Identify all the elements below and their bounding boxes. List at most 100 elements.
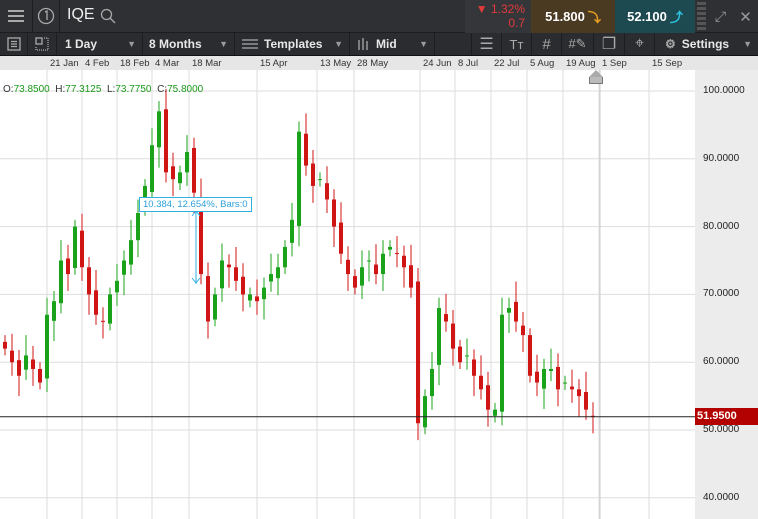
caret-down-icon: ▼: [334, 39, 343, 49]
candle-body: [59, 260, 63, 304]
date-tick: 21 Jan: [50, 58, 79, 69]
range-dropdown[interactable]: 8 Months ▼: [143, 33, 235, 55]
candle-body: [178, 172, 182, 184]
candle-body: [332, 199, 336, 227]
candle-body: [423, 396, 427, 428]
candle-body: [122, 260, 126, 275]
sell-arrow-icon: ⤵: [587, 10, 601, 25]
date-tick: 18 Mar: [192, 58, 222, 69]
candle-body: [10, 350, 14, 363]
windows-button[interactable]: ❐: [594, 33, 625, 55]
date-tick: 5 Aug: [530, 58, 555, 69]
text-button[interactable]: Tт: [502, 33, 532, 55]
candle-body: [185, 152, 189, 173]
candle-body: [360, 267, 364, 286]
toolbar-spacer: [435, 33, 472, 55]
candle-body: [164, 109, 168, 173]
candle-body: [458, 346, 462, 363]
candle-body: [157, 111, 161, 148]
candle-body: [556, 366, 560, 390]
candle-body: [500, 314, 504, 412]
measure-label: 10.384, 12.654%, Bars:0: [139, 197, 252, 212]
candle-body: [409, 265, 413, 288]
layout-button[interactable]: [28, 33, 57, 55]
candle-body: [353, 276, 357, 288]
ohlc-readout: O:73.8500 H:77.3125 L:73.7750 C:75.8000: [3, 84, 204, 95]
candle-body: [381, 253, 385, 275]
text-icon: Tт: [509, 36, 524, 52]
date-tick: 1 Sep: [602, 58, 627, 69]
date-tick: 28 May: [357, 58, 389, 69]
candle-body: [521, 325, 525, 336]
candle-body: [290, 219, 294, 243]
maximize-icon[interactable]: ⤢: [708, 0, 733, 33]
candle-body: [80, 230, 84, 268]
price-tick: 40.0000: [703, 491, 740, 503]
candle-body: [24, 355, 28, 370]
candle-body: [150, 145, 154, 193]
price-tick: 90.0000: [703, 152, 740, 164]
sliders-icon: [242, 39, 258, 49]
price-tick: 100.0000: [703, 85, 745, 96]
resize-grip[interactable]: [697, 2, 706, 31]
layout-grid-icon: [35, 37, 49, 51]
crosshair-button[interactable]: ⌖: [625, 33, 655, 55]
candle-body: [136, 213, 140, 241]
settings-dropdown[interactable]: ⚙ Settings ▼: [655, 33, 758, 55]
candle-body: [388, 246, 392, 250]
templates-dropdown[interactable]: Templates ▼: [235, 33, 350, 55]
search-icon[interactable]: [100, 8, 116, 24]
menu-button[interactable]: [0, 0, 33, 32]
last-price-label: 51.9500: [695, 408, 758, 425]
date-tick: 24 Jun: [423, 58, 452, 69]
sell-button[interactable]: 51.800 ⤵: [531, 0, 615, 33]
candle-body: [416, 281, 420, 424]
candle-body: [311, 163, 315, 186]
candle-body: [339, 222, 343, 254]
candle-body: [514, 301, 518, 322]
buy-button[interactable]: 52.100 ⤴: [615, 0, 695, 33]
price-scale-button[interactable]: ☰: [472, 33, 502, 55]
candle-body: [535, 371, 539, 383]
caret-down-icon: ▼: [743, 39, 752, 49]
price-scale-icon: ☰: [479, 36, 494, 53]
time-marker-handle[interactable]: [589, 77, 603, 84]
price-type-dropdown[interactable]: Mid ▼: [350, 33, 435, 55]
candle-body: [3, 341, 7, 349]
price-chart[interactable]: [0, 70, 695, 519]
grid-edit-button[interactable]: #✎: [562, 33, 594, 55]
candle-body: [129, 240, 133, 265]
candle-body: [395, 253, 399, 255]
candle-body: [486, 385, 490, 410]
candle-body: [171, 166, 175, 180]
candle-body: [45, 314, 49, 379]
candle-body: [227, 264, 231, 268]
symbol-label: IQE: [67, 6, 95, 23]
candle-body: [269, 274, 273, 282]
grid-button[interactable]: #: [532, 33, 562, 55]
candle-body: [31, 359, 35, 369]
date-tick: 4 Mar: [155, 58, 180, 69]
price-tick: 80.0000: [703, 220, 740, 232]
grid-pencil-icon: #✎: [568, 36, 587, 51]
stacked-windows-icon: ❐: [601, 36, 617, 53]
caret-down-icon: ▼: [219, 39, 228, 49]
candle-body: [262, 287, 266, 300]
date-axis: 21 Jan 4 Feb 18 Feb 4 Mar 18 Mar 15 Apr 13 May…: [0, 56, 758, 70]
candle-body: [465, 355, 469, 357]
date-tick: 15 Apr: [260, 58, 288, 69]
date-tick: 8 Jul: [458, 58, 479, 69]
interval-dropdown[interactable]: 1 Day ▼: [57, 33, 143, 55]
candle-body: [507, 307, 511, 313]
price-tick: 50.0000: [703, 424, 740, 435]
candle-body: [52, 301, 56, 321]
candle-body: [241, 276, 245, 295]
list-button[interactable]: [0, 33, 28, 55]
candle-body: [248, 294, 252, 301]
price-axis[interactable]: 100.0000 90.0000 80.0000 70.0000 60.0000 50.0…: [695, 70, 758, 519]
close-icon[interactable]: ✕: [733, 0, 758, 33]
date-tick: 13 May: [320, 58, 352, 69]
candle-body: [213, 294, 217, 320]
link-group-button[interactable]: [33, 0, 60, 32]
candle-body: [563, 382, 567, 384]
